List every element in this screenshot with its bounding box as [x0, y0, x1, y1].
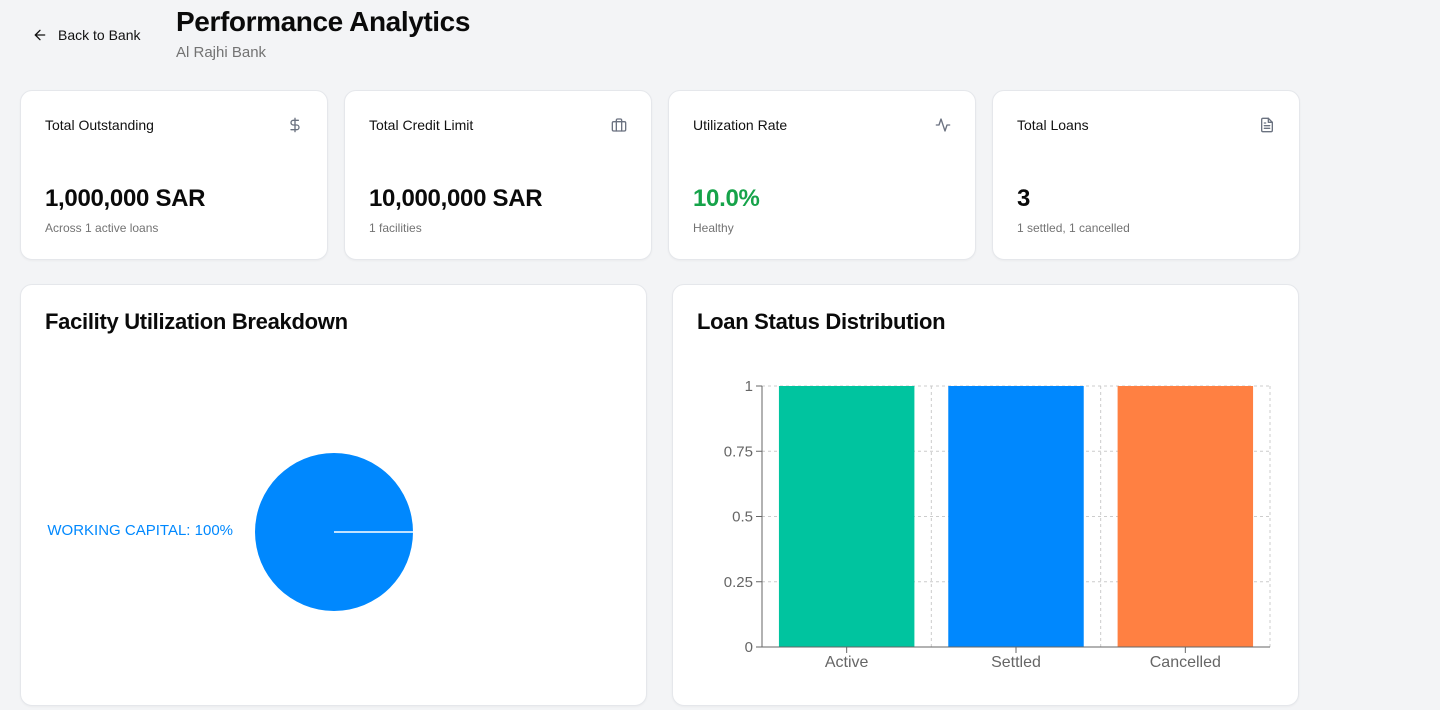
- page-title: Performance Analytics: [176, 6, 471, 37]
- stat-note: 1 facilities: [369, 221, 422, 235]
- stat-label: Total Credit Limit: [369, 117, 474, 133]
- back-to-bank-link[interactable]: Back to Bank: [28, 24, 145, 46]
- x-tick-label: Cancelled: [1150, 654, 1221, 671]
- dollar-icon: [287, 117, 303, 133]
- facility-pie-chart: WORKING CAPITAL: 100%: [47, 453, 413, 611]
- bar-cancelled: [1117, 386, 1254, 647]
- panel-title: Facility Utilization Breakdown: [45, 309, 348, 334]
- arrow-left-icon: [34, 29, 46, 41]
- stat-label: Total Outstanding: [45, 117, 154, 133]
- activity-icon: [935, 117, 951, 133]
- x-tick-label: Settled: [991, 654, 1041, 671]
- stat-value: 1,000,000 SAR: [45, 185, 206, 212]
- stat-label: Total Loans: [1017, 117, 1089, 133]
- bar-settled: [948, 386, 1084, 647]
- stat-note: Healthy: [693, 221, 734, 235]
- file-text-icon: [1259, 117, 1275, 133]
- loan-status-panel: Loan Status Distribution 0 0.25 0.5 0.75 1 Ac…: [672, 284, 1299, 706]
- y-tick-label: 1: [745, 378, 753, 395]
- loan-status-bar-chart: 0 0.25 0.5 0.75 1 Active Settled Cancelled: [724, 378, 1271, 671]
- total-outstanding-card: Total Outstanding 1,000,000 SAR Across 1…: [20, 90, 328, 260]
- total-loans-card: Total Loans 3 1 settled, 1 cancelled: [992, 90, 1300, 260]
- total-credit-limit-card: Total Credit Limit 10,000,000 SAR 1 faci…: [344, 90, 652, 260]
- bar-active: [778, 386, 915, 647]
- stat-value: 3: [1017, 185, 1031, 212]
- y-tick-label: 0.5: [732, 509, 753, 526]
- stat-note: 1 settled, 1 cancelled: [1017, 221, 1130, 235]
- x-tick-label: Active: [825, 654, 869, 671]
- stat-note: Across 1 active loans: [45, 221, 159, 235]
- y-tick-label: 0: [745, 639, 753, 656]
- briefcase-icon: [611, 117, 627, 133]
- page-subtitle: Al Rajhi Bank: [176, 44, 267, 61]
- stat-label: Utilization Rate: [693, 117, 788, 133]
- stat-value: 10.0%: [693, 185, 760, 212]
- y-tick-label: 0.75: [724, 443, 753, 460]
- back-to-bank-label: Back to Bank: [58, 27, 141, 43]
- utilization-rate-card: Utilization Rate 10.0% Healthy: [668, 90, 976, 260]
- pie-slice-label: WORKING CAPITAL: 100%: [47, 522, 233, 539]
- stat-value: 10,000,000 SAR: [369, 185, 543, 212]
- facility-utilization-panel: WORKING CAPITAL: 100% Facility Utilizati…: [20, 284, 647, 706]
- y-tick-label: 0.25: [724, 574, 753, 591]
